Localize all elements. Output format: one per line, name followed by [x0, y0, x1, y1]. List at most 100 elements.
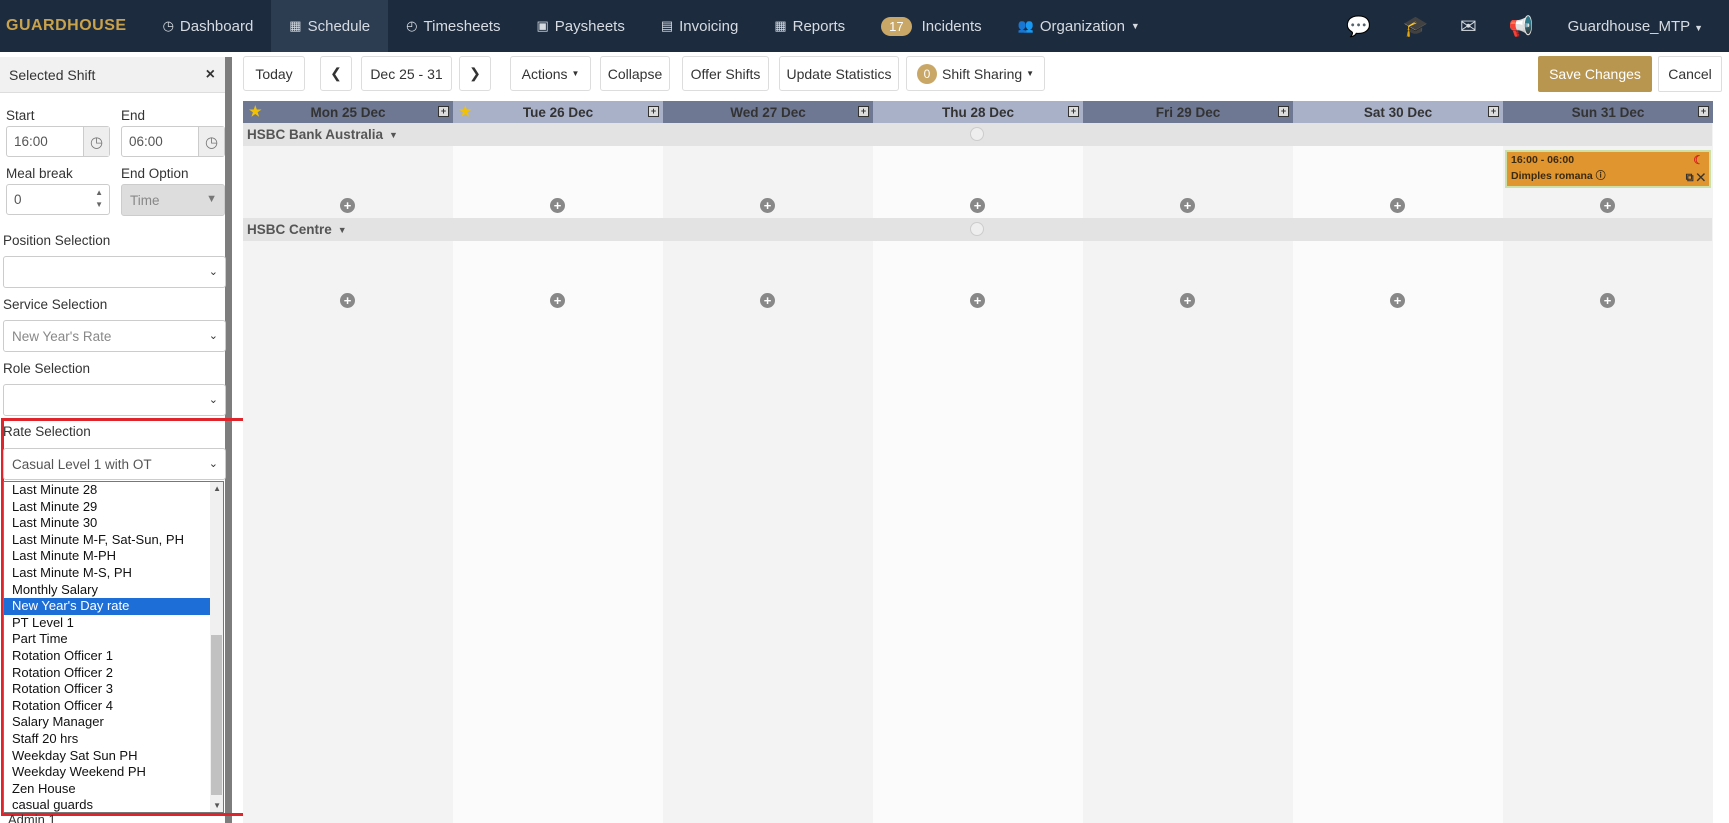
caret-down-icon[interactable]: ▼	[338, 225, 347, 235]
close-icon[interactable]: ×	[206, 66, 215, 84]
day-header[interactable]: Thu 28 Dec +	[873, 101, 1083, 123]
dropdown-option[interactable]: Last Minute M-S, PH	[4, 565, 223, 582]
nav-timesheets[interactable]: ◴ Timesheets	[388, 0, 518, 52]
collapse-row-icon[interactable]	[970, 127, 984, 141]
clock-icon[interactable]: ◷	[198, 127, 224, 156]
nav-reports[interactable]: ▦ Reports	[756, 0, 863, 52]
dropdown-option[interactable]: Rotation Officer 1	[4, 648, 223, 665]
add-shift-icon[interactable]: +	[1390, 293, 1405, 308]
day-header[interactable]: ★ Mon 25 Dec +	[243, 101, 453, 123]
site-group-row[interactable]: HSBC Bank Australia ▼	[243, 123, 1712, 146]
nav-dashboard[interactable]: ◷ Dashboard	[145, 0, 272, 52]
scroll-up-icon[interactable]: ▲	[213, 484, 221, 493]
add-shift-icon[interactable]: +	[550, 198, 565, 213]
day-header[interactable]: ★ Tue 26 Dec +	[453, 101, 663, 123]
dropdown-option[interactable]: PT Level 1	[4, 615, 223, 632]
add-shift-icon[interactable]: +	[340, 293, 355, 308]
add-shift-icon[interactable]: +	[340, 198, 355, 213]
chat-icon[interactable]: 💬	[1330, 14, 1387, 39]
dropdown-option[interactable]: Rotation Officer 2	[4, 665, 223, 682]
start-time-input[interactable]: 16:00 ◷	[6, 126, 110, 157]
add-day-icon[interactable]: +	[1698, 106, 1709, 117]
graduation-cap-icon[interactable]: 🎓	[1387, 14, 1444, 39]
add-shift-icon[interactable]: +	[1180, 293, 1195, 308]
dropdown-option[interactable]: Weekday Sat Sun PH	[4, 748, 223, 765]
end-time-input[interactable]: 06:00 ◷	[121, 126, 225, 157]
add-shift-icon[interactable]: +	[970, 198, 985, 213]
dropdown-option[interactable]: New Year's Day rate	[4, 598, 223, 615]
nav-paysheets[interactable]: ▣ Paysheets	[518, 0, 642, 52]
dropdown-option[interactable]: Salary Manager	[4, 714, 223, 731]
role-select[interactable]: ⌄	[3, 384, 226, 416]
add-shift-icon[interactable]: +	[970, 293, 985, 308]
copy-icon[interactable]: ⧉	[1686, 172, 1694, 184]
stepper-arrows-icon[interactable]: ▲ ▼	[95, 187, 103, 211]
nav-schedule[interactable]: ▦ Schedule	[271, 0, 389, 52]
nav-invoicing[interactable]: ▤ Invoicing	[643, 0, 757, 52]
add-shift-icon[interactable]: +	[1600, 293, 1615, 308]
dropdown-option[interactable]: Zen House	[4, 781, 223, 798]
clock-icon[interactable]: ◷	[83, 127, 109, 156]
dropdown-option[interactable]: Staff 20 hrs	[4, 731, 223, 748]
close-icon[interactable]: ✕	[1697, 172, 1705, 184]
rate-select[interactable]: Casual Level 1 with OT ⌄	[3, 448, 226, 480]
add-shift-icon[interactable]: +	[760, 198, 775, 213]
add-day-icon[interactable]: +	[858, 106, 869, 117]
add-day-icon[interactable]: +	[438, 106, 449, 117]
site-group-row[interactable]: HSBC Centre ▼	[243, 218, 1712, 241]
shift-card[interactable]: 16:00 - 06:00 Dimples romana ⓘ ☾ ⧉ ✕	[1505, 150, 1711, 188]
dropdown-option[interactable]: Last Minute 29	[4, 499, 223, 516]
date-range-button[interactable]: Dec 25 - 31	[361, 56, 452, 91]
today-button[interactable]: Today	[243, 56, 305, 91]
add-day-icon[interactable]: +	[1278, 106, 1289, 117]
dropdown-option[interactable]: Last Minute M-PH	[4, 548, 223, 565]
brand-logo[interactable]: GUARDHOUSE	[0, 17, 145, 35]
nav-organization[interactable]: 👥 Organization ▼	[1000, 0, 1158, 52]
cancel-button[interactable]: Cancel	[1658, 56, 1722, 92]
dropdown-option[interactable]: casual guards	[4, 797, 223, 812]
next-week-button[interactable]: ❯	[459, 56, 491, 91]
day-header[interactable]: Sat 30 Dec +	[1293, 101, 1503, 123]
dropdown-option[interactable]: Last Minute M-F, Sat-Sun, PH	[4, 532, 223, 549]
nav-incidents[interactable]: 17 Incidents	[863, 0, 1000, 52]
add-shift-icon[interactable]: +	[1390, 198, 1405, 213]
dropdown-scrollbar[interactable]: ▲ ▼	[210, 482, 223, 812]
user-menu[interactable]: Guardhouse_MTP ▼	[1550, 18, 1729, 35]
day-header[interactable]: Sun 31 Dec +	[1503, 101, 1713, 123]
scroll-down-icon[interactable]: ▼	[213, 801, 221, 810]
dropdown-option[interactable]: Rotation Officer 3	[4, 681, 223, 698]
dropdown-option[interactable]: Part Time	[4, 631, 223, 648]
add-day-icon[interactable]: +	[648, 106, 659, 117]
rate-dropdown-list[interactable]: Last Minute 28 Last Minute 29 Last Minute …	[3, 481, 224, 813]
star-icon: ★	[249, 103, 262, 119]
add-shift-icon[interactable]: +	[1180, 198, 1195, 213]
day-header[interactable]: Wed 27 Dec +	[663, 101, 873, 123]
scrollbar-thumb[interactable]	[211, 635, 222, 795]
add-shift-icon[interactable]: +	[1600, 198, 1615, 213]
shift-sharing-dropdown[interactable]: 0 Shift Sharing ▼	[906, 56, 1045, 91]
dropdown-option[interactable]: Last Minute 30	[4, 515, 223, 532]
collapse-row-icon[interactable]	[970, 222, 984, 236]
meal-break-stepper[interactable]: 0 ▲ ▼	[6, 184, 110, 215]
offer-shifts-button[interactable]: Offer Shifts	[682, 56, 769, 91]
add-day-icon[interactable]: +	[1488, 106, 1499, 117]
caret-down-icon[interactable]: ▼	[389, 130, 398, 140]
megaphone-icon[interactable]: 📢	[1493, 14, 1550, 39]
collapse-button[interactable]: Collapse	[600, 56, 670, 91]
position-select[interactable]: ⌄	[3, 256, 226, 288]
dropdown-option[interactable]: Weekday Weekend PH	[4, 764, 223, 781]
add-shift-icon[interactable]: +	[760, 293, 775, 308]
day-header[interactable]: Fri 29 Dec +	[1083, 101, 1293, 123]
envelope-icon[interactable]: ✉	[1444, 14, 1493, 39]
add-day-icon[interactable]: +	[1068, 106, 1079, 117]
prev-week-button[interactable]: ❮	[320, 56, 352, 91]
info-icon[interactable]: ⓘ	[1596, 171, 1606, 182]
dropdown-option[interactable]: Rotation Officer 4	[4, 698, 223, 715]
dropdown-option[interactable]: Monthly Salary	[4, 582, 223, 599]
actions-dropdown[interactable]: Actions ▼	[510, 56, 591, 91]
dropdown-option[interactable]: Last Minute 28	[4, 482, 223, 499]
add-shift-icon[interactable]: +	[550, 293, 565, 308]
save-changes-button[interactable]: Save Changes	[1538, 56, 1652, 92]
service-select[interactable]: New Year's Rate ⌄	[3, 320, 226, 352]
update-statistics-button[interactable]: Update Statistics	[779, 56, 899, 91]
